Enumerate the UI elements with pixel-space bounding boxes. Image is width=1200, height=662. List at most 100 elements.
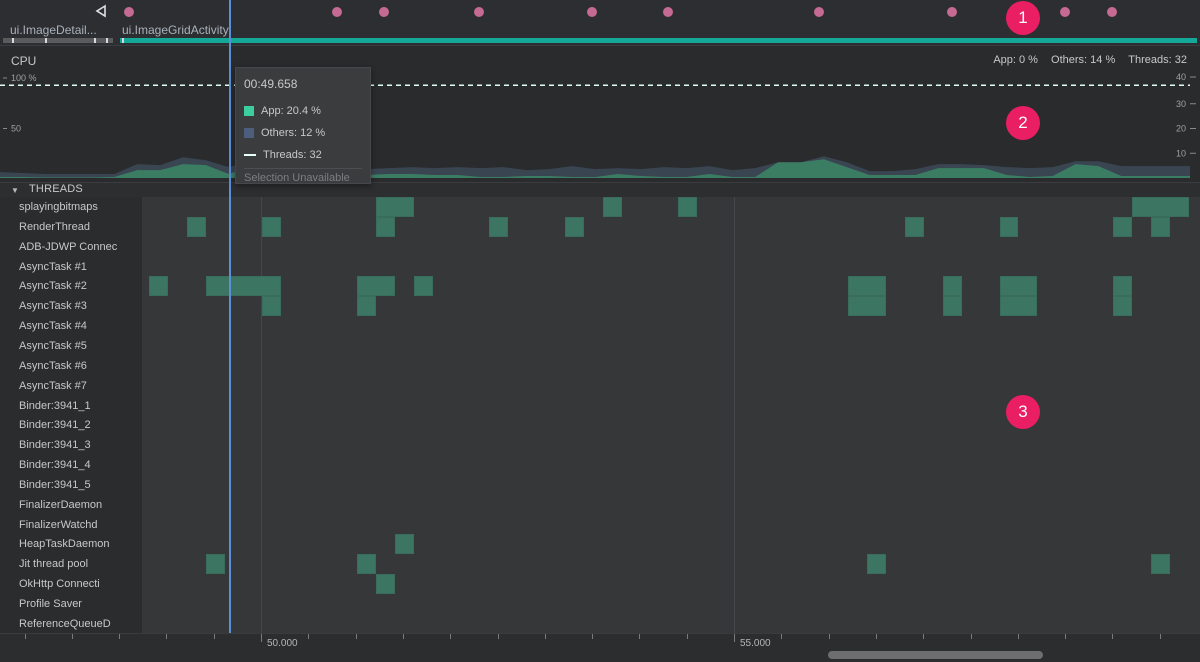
back-navigation-icon[interactable]	[94, 4, 108, 18]
thread-name[interactable]: AsyncTask #5	[19, 336, 87, 356]
thread-state-block[interactable]	[205, 276, 282, 297]
activity-bar-image-grid[interactable]	[120, 38, 1197, 43]
event-dot[interactable]	[814, 7, 825, 17]
thread-state-block[interactable]	[489, 216, 509, 237]
right-axis-label: 40	[1176, 72, 1186, 82]
others-legend-swatch	[244, 128, 254, 138]
time-tick	[119, 634, 121, 639]
tooltip-threads-row: Threads: 32	[244, 144, 362, 166]
thread-name[interactable]: FinalizerWatchd	[19, 515, 97, 535]
thread-state-block[interactable]	[394, 534, 414, 555]
event-dot[interactable]	[378, 7, 389, 17]
thread-state-block[interactable]	[356, 296, 376, 317]
thread-state-block[interactable]	[678, 197, 698, 217]
thread-state-block[interactable]	[262, 296, 282, 317]
event-dot[interactable]	[1107, 7, 1118, 17]
gridline-55s	[734, 197, 735, 633]
thread-name[interactable]: Profile Saver	[19, 594, 82, 614]
thread-name[interactable]: HeapTaskDaemon	[19, 534, 110, 554]
collapse-triangle-icon[interactable]: ▼	[11, 186, 19, 195]
thread-state-block[interactable]	[602, 197, 622, 217]
thread-state-block[interactable]	[375, 574, 395, 594]
thread-name[interactable]: Binder:3941_4	[19, 455, 91, 475]
tooltip-selection-note: Selection Unavailable	[244, 168, 362, 184]
event-dot[interactable]	[946, 7, 957, 17]
thread-state-block[interactable]	[848, 296, 887, 317]
time-tick	[308, 634, 310, 639]
thread-state-block[interactable]	[999, 276, 1038, 297]
thread-name[interactable]: splayingbitmaps	[19, 197, 98, 217]
thread-state-block[interactable]	[149, 276, 168, 297]
thread-name[interactable]: Jit thread pool	[19, 554, 88, 574]
time-tick	[923, 634, 925, 639]
cpu-summary-app: App: 0 %	[993, 54, 1038, 66]
thread-name[interactable]: FinalizerDaemon	[19, 495, 102, 515]
thread-name[interactable]: Binder:3941_2	[19, 415, 91, 435]
threads-legend-dash	[244, 153, 256, 157]
thread-state-block[interactable]	[1150, 216, 1170, 237]
horizontal-scrollbar[interactable]	[828, 651, 1043, 659]
app-legend-swatch	[244, 106, 254, 116]
thread-state-block[interactable]	[205, 554, 225, 575]
thread-state-block[interactable]	[999, 296, 1038, 317]
activity-label-image-grid[interactable]: ui.ImageGridActivity	[122, 23, 229, 37]
activity-label-image-detail[interactable]: ui.ImageDetail...	[10, 23, 97, 37]
event-dot[interactable]	[587, 7, 598, 17]
thread-state-block[interactable]	[1150, 554, 1170, 575]
thread-state-block[interactable]	[186, 216, 206, 237]
activity-bar-image-detail[interactable]	[3, 38, 113, 43]
left-axis-label: 50	[11, 124, 21, 134]
thread-state-block[interactable]	[262, 216, 282, 237]
time-tick	[355, 634, 357, 639]
event-dot[interactable]	[473, 7, 484, 17]
thread-state-block[interactable]	[848, 276, 887, 297]
thread-state-block[interactable]	[375, 197, 414, 217]
thread-state-block[interactable]	[1112, 276, 1132, 297]
thread-activity-area[interactable]	[141, 197, 1200, 633]
thread-state-block[interactable]	[356, 276, 395, 297]
time-tick	[450, 634, 452, 639]
thread-name[interactable]: Binder:3941_1	[19, 396, 91, 416]
thread-state-block[interactable]	[1112, 216, 1132, 237]
thread-name[interactable]: ADB-JDWP Connec	[19, 237, 117, 257]
thread-name[interactable]: AsyncTask #6	[19, 356, 87, 376]
time-tick	[828, 634, 830, 639]
thread-state-block[interactable]	[942, 296, 962, 317]
thread-name[interactable]: ReferenceQueueD	[19, 614, 111, 634]
cpu-summary-threads: Threads: 32	[1128, 54, 1187, 66]
thread-state-block[interactable]	[375, 216, 395, 237]
time-tick	[970, 634, 972, 639]
thread-state-block[interactable]	[356, 554, 376, 575]
time-tick	[1065, 634, 1067, 639]
thread-name[interactable]: Binder:3941_3	[19, 435, 91, 455]
thread-state-block[interactable]	[942, 276, 962, 297]
event-dot[interactable]	[1060, 7, 1071, 17]
event-dot[interactable]	[123, 7, 134, 17]
thread-state-block[interactable]	[413, 276, 433, 297]
thread-name[interactable]: OkHttp Connecti	[19, 574, 100, 594]
thread-name[interactable]: AsyncTask #1	[19, 257, 87, 277]
right-axis-label: 20	[1176, 124, 1186, 134]
time-cursor-line[interactable]	[229, 0, 231, 633]
thread-name[interactable]: RenderThread	[19, 217, 90, 237]
threads-header[interactable]: ▼ THREADS	[0, 183, 1200, 197]
time-tick	[639, 634, 641, 639]
tooltip-time: 00:49.658	[244, 77, 298, 91]
threads-title: THREADS	[29, 183, 83, 195]
thread-state-block[interactable]	[999, 216, 1019, 237]
time-tick	[24, 634, 26, 639]
thread-name[interactable]: Binder:3941_5	[19, 475, 91, 495]
thread-name[interactable]: AsyncTask #3	[19, 296, 87, 316]
thread-state-block[interactable]	[905, 216, 924, 237]
thread-state-block[interactable]	[564, 216, 584, 237]
thread-state-block[interactable]	[1131, 197, 1189, 217]
time-tick	[875, 634, 877, 639]
event-dot[interactable]	[662, 7, 673, 17]
thread-name[interactable]: AsyncTask #4	[19, 316, 87, 336]
thread-name[interactable]: AsyncTask #2	[19, 276, 87, 296]
thread-state-block[interactable]	[867, 554, 887, 575]
thread-state-block[interactable]	[1112, 296, 1132, 317]
callout-badge-2: 2	[1006, 106, 1040, 140]
event-dot[interactable]	[331, 7, 342, 17]
thread-name[interactable]: AsyncTask #7	[19, 376, 87, 396]
